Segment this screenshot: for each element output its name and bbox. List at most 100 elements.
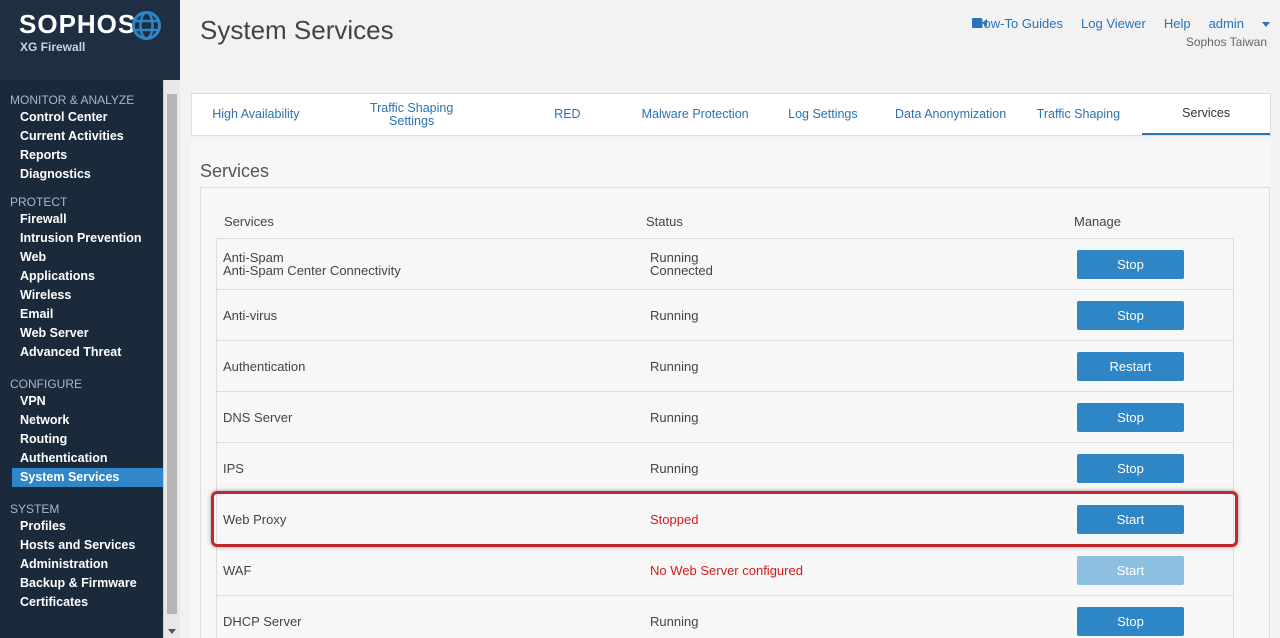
status-line: Stopped [650,511,699,527]
tab-red[interactable]: RED [504,94,632,135]
sidebar-item-backup-and-firmware[interactable]: Backup & Firmware [0,574,163,593]
tab-bar: High Availability Traffic Shaping Setting… [191,93,1271,136]
column-header-status: Status [646,214,683,229]
tab-high-availability[interactable]: High Availability [192,94,320,135]
sidebar-item-network[interactable]: Network [0,411,163,430]
service-name: Web Proxy [223,494,286,544]
stop-button[interactable]: Stop [1077,301,1184,330]
sidebar-item-control-center[interactable]: Control Center [0,108,163,127]
tab-malware-protection[interactable]: Malware Protection [631,94,759,135]
section-title: Services [200,161,270,181]
sidebar-item-system-services[interactable]: System Services [12,468,163,487]
table-row: DNS Server Running Stop [217,392,1233,443]
globe-icon [132,11,161,40]
sidebar-item-firewall[interactable]: Firewall [0,210,163,229]
table-row: Anti-virus Running Stop [217,290,1233,341]
status-line: Running [650,409,699,425]
service-name-line: Authentication [223,358,306,374]
service-name: DNS Server [223,392,292,442]
service-name-line: Web Proxy [223,511,287,527]
tab-services[interactable]: Services [1142,94,1270,135]
status-line: Running [650,613,699,629]
scroll-down-icon[interactable] [168,629,176,634]
appliance-name: Sophos Taiwan [1185,35,1267,49]
how-to-guides-link[interactable]: How-To Guides [936,16,1063,31]
sidebar-item-web[interactable]: Web [0,248,163,267]
restart-button[interactable]: Restart [1077,352,1184,381]
status-line: Running [650,358,699,374]
tab-data-anonymization[interactable]: Data Anonymization [887,94,1015,135]
user-name: admin [1208,16,1244,31]
how-to-guides-label: How-To Guides [974,16,1064,31]
service-name-line: Anti-Spam Center Connectivity [223,263,401,278]
table-row: IPS Running Stop [217,443,1233,494]
status-text: Running [650,443,698,493]
sidebar-item-reports[interactable]: Reports [0,146,163,165]
stop-button[interactable]: Stop [1077,607,1184,636]
service-name-line: DHCP Server [223,613,302,629]
service-name-line: DNS Server [223,409,293,425]
sidebar-item-email[interactable]: Email [0,305,163,324]
sidebar-item-routing[interactable]: Routing [0,430,163,449]
sidebar: SOPHOS XG Firewall MONITOR & ANALYZE Cont… [0,0,180,638]
chevron-down-icon [1262,22,1270,28]
status-text: Running [650,596,698,638]
table-row: Authentication Running Restart [217,341,1233,392]
sidebar-item-hosts-and-services[interactable]: Hosts and Services [0,536,163,555]
user-menu[interactable]: admin [1209,16,1270,31]
sidebar-item-vpn[interactable]: VPN [0,392,163,411]
sidebar-item-applications[interactable]: Applications [0,267,163,286]
service-name: WAF [223,545,251,595]
stop-button[interactable]: Stop [1077,454,1184,483]
status-text: Stopped [650,494,698,544]
column-header-service: Services [224,214,274,229]
page-title: System Services [200,15,394,45]
status-text: No Web Server configured [650,545,803,595]
sidebar-item-advanced-threat[interactable]: Advanced Threat [0,343,163,362]
help-link[interactable]: Help [1164,16,1191,31]
log-viewer-link[interactable]: Log Viewer [1081,16,1146,31]
sidebar-item-certificates[interactable]: Certificates [0,593,163,612]
video-camera-icon [954,18,988,28]
sidebar-item-wireless[interactable]: Wireless [0,286,163,305]
top-links: How-To Guides Log Viewer Help admin [918,16,1270,31]
service-name: IPS [223,443,244,493]
service-name: Authentication [223,341,305,391]
status-line: No Web Server configured [650,562,803,578]
tab-traffic-shaping[interactable]: Traffic Shaping [1015,94,1143,135]
sidebar-item-administration[interactable]: Administration [0,555,163,574]
status-text: Running [650,392,698,442]
nav-section-monitor-and-analyze: MONITOR & ANALYZE [10,93,135,107]
sidebar-item-diagnostics[interactable]: Diagnostics [0,165,163,184]
tab-log-settings[interactable]: Log Settings [759,94,887,135]
service-name: Anti-virus [223,290,277,340]
column-header-manage: Manage [1074,214,1121,229]
services-table: Anti-Spam Anti-Spam Center Connectivity Ru… [216,238,1234,638]
scrollbar-thumb[interactable] [167,94,177,614]
stop-button[interactable]: Stop [1077,403,1184,432]
status-text: Running [650,341,698,391]
stop-button[interactable]: Stop [1077,250,1184,279]
sidebar-item-authentication[interactable]: Authentication [0,449,163,468]
service-name-line: IPS [223,460,244,476]
table-row: Anti-Spam Anti-Spam Center Connectivity Ru… [217,239,1233,290]
sidebar-scrollbar[interactable] [163,80,180,638]
service-name-line: WAF [223,562,252,578]
tab-traffic-shaping-settings[interactable]: Traffic Shaping Settings [320,94,504,135]
start-button[interactable]: Start [1077,505,1184,534]
start-button: Start [1077,556,1184,585]
brand-logo[interactable]: SOPHOS [19,9,136,40]
table-row: DHCP Server Running Stop [217,596,1233,638]
status-line: Running [650,307,699,323]
sidebar-item-web-server[interactable]: Web Server [0,324,163,343]
table-row: Web Proxy Stopped Start [217,494,1233,545]
nav-section-configure: CONFIGURE [10,377,82,391]
sidebar-item-profiles[interactable]: Profiles [0,517,163,536]
status-text: Running Connected [650,239,713,289]
status-line: Running [650,460,699,476]
sidebar-nav: MONITOR & ANALYZE Control Center Current A… [0,80,163,638]
table-row: WAF No Web Server configured Start [217,545,1233,596]
sidebar-item-current-activities[interactable]: Current Activities [0,127,163,146]
brand-header: SOPHOS XG Firewall [0,0,180,80]
sidebar-item-intrusion-prevention[interactable]: Intrusion Prevention [0,229,163,248]
